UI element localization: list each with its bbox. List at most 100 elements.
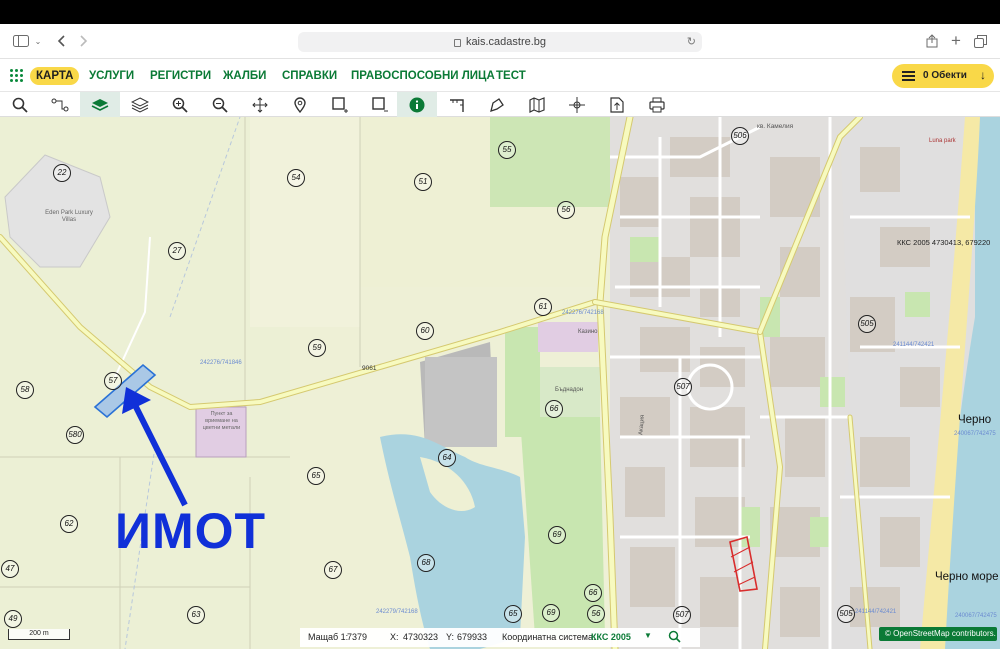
measure-icon[interactable] <box>437 92 477 117</box>
zoom-in-icon[interactable] <box>160 92 200 117</box>
parcel-number[interactable]: 57 <box>104 372 122 390</box>
apps-grid-icon[interactable] <box>10 69 23 82</box>
map-label-coords-6: 241144/742421 <box>855 609 897 615</box>
select-remove-icon[interactable] <box>360 92 400 117</box>
export-icon[interactable] <box>597 92 637 117</box>
parcel-number[interactable]: 56 <box>587 605 605 623</box>
parcel-number[interactable]: 507 <box>673 606 691 624</box>
new-tab-icon[interactable]: + <box>948 31 964 50</box>
reload-icon[interactable]: ↻ <box>687 35 696 48</box>
map-icon[interactable] <box>517 92 557 117</box>
share-icon[interactable] <box>924 32 940 50</box>
coord-system-label: Координатна система: <box>502 632 596 642</box>
dropdown-arrow-icon[interactable]: ▼ <box>644 631 652 640</box>
scale-value: 7379 <box>347 632 368 642</box>
search-icon[interactable] <box>0 92 40 117</box>
zoom-out-icon[interactable] <box>200 92 240 117</box>
nav-item-services[interactable]: УСЛУГИ <box>89 67 134 85</box>
top-coordinate-readout: ККС 2005 4730413, 679220 <box>897 238 991 247</box>
chevron-down-icon[interactable]: ⌄ <box>33 32 43 50</box>
pan-icon[interactable] <box>240 92 280 117</box>
map-label-coords-3: 242279/742168 <box>376 609 418 615</box>
parcel-number[interactable]: 47 <box>1 560 19 578</box>
parcel-number[interactable]: 65 <box>504 605 522 623</box>
layers-icon[interactable] <box>120 92 160 117</box>
url-field[interactable]: kais.cadastre.bg ↻ <box>298 32 702 52</box>
parcel-number[interactable]: 65 <box>307 467 325 485</box>
nav-item-map[interactable]: КАРТА <box>30 67 80 85</box>
y-label: Y: <box>446 632 455 642</box>
parcel-number[interactable]: 63 <box>187 606 205 624</box>
x-label: X: <box>390 632 399 642</box>
url-text: kais.cadastre.bg <box>465 36 547 48</box>
parcel-number[interactable]: 69 <box>548 526 566 544</box>
parcel-number[interactable]: 68 <box>417 554 435 572</box>
map-canvas[interactable]: 22 54 51 55 56 506 27 61 60 59 57 58 580 66 65 64 62 69 68… <box>0 117 1000 649</box>
sea-label-2: Черно море <box>935 571 999 583</box>
map-toolbar <box>0 92 1000 117</box>
parcel-number[interactable]: 580 <box>66 426 84 444</box>
layers-active-icon[interactable] <box>80 92 120 117</box>
map-label-district: кв. Камелия <box>757 123 794 130</box>
forward-icon[interactable] <box>78 32 90 50</box>
map-label-eden-park: Eden Park Luxury Villas <box>45 210 93 223</box>
tabs-overview-icon[interactable] <box>972 32 988 50</box>
menu-icon <box>902 71 915 81</box>
property-annotation: ИМОТ <box>115 503 267 559</box>
coord-search-icon[interactable] <box>668 630 681 645</box>
map-label-coords-1: 242276/741846 <box>200 360 242 366</box>
parcel-number[interactable]: 64 <box>438 449 456 467</box>
map-label-coords-4: 241144/742421 <box>893 342 935 348</box>
nav-item-qualified-persons[interactable]: ПРАВОСПОСОБНИ ЛИЦА <box>351 67 495 85</box>
main-nav: КАРТА УСЛУГИ РЕГИСТРИ ЖАЛБИ СПРАВКИ ПРАВ… <box>0 59 1000 92</box>
nav-item-complaints[interactable]: ЖАЛБИ <box>223 67 266 85</box>
map-label-facility: Пункт за вриемане на цветни метали <box>202 411 241 431</box>
parcel-number[interactable]: 55 <box>498 141 516 159</box>
parcel-number[interactable]: 60 <box>416 322 434 340</box>
parcel-number[interactable]: 66 <box>545 400 563 418</box>
nav-item-test[interactable]: ТЕСТ <box>496 67 526 85</box>
parcel-number[interactable]: 59 <box>308 339 326 357</box>
parcel-number[interactable]: 22 <box>53 164 71 182</box>
print-icon[interactable] <box>637 92 677 117</box>
parcel-number[interactable]: 58 <box>16 381 34 399</box>
route-icon[interactable] <box>40 92 80 117</box>
parcel-number[interactable]: 505 <box>837 605 855 623</box>
select-add-icon[interactable] <box>320 92 360 117</box>
parcel-number[interactable]: 49 <box>4 610 22 628</box>
map-label-place: Бъднадон <box>555 387 583 393</box>
pin-icon[interactable] <box>280 92 320 117</box>
map-label-coords-7: 240067/742475 <box>955 613 997 619</box>
parcel-number[interactable]: 507 <box>674 378 692 396</box>
parcel-number[interactable]: 27 <box>168 242 186 260</box>
draw-icon[interactable] <box>477 92 517 117</box>
map-svg[interactable] <box>0 117 1000 649</box>
parcel-number[interactable]: 506 <box>731 127 749 145</box>
parcel-number[interactable]: 69 <box>542 604 560 622</box>
x-value: 4730323 <box>403 632 439 642</box>
parcel-number[interactable]: 51 <box>414 173 432 191</box>
parcel-number[interactable]: 56 <box>557 201 575 219</box>
map-label-coords-5: 240067/742475 <box>954 431 996 437</box>
back-icon[interactable] <box>55 32 67 50</box>
nav-item-registers[interactable]: РЕГИСТРИ <box>150 67 211 85</box>
objects-label: 0 Обекти <box>923 70 967 81</box>
parcel-number[interactable]: 62 <box>60 515 78 533</box>
osm-attribution[interactable]: © OpenStreetMap contributors. <box>879 627 997 641</box>
y-value: 679933 <box>457 632 488 642</box>
coordinate-icon[interactable] <box>557 92 597 117</box>
parcel-number[interactable]: 505 <box>858 315 876 333</box>
nav-item-reports[interactable]: СПРАВКИ <box>282 67 337 85</box>
info-icon[interactable] <box>397 92 437 117</box>
app-window: ⌄ kais.cadastre.bg ↻ + КАРТА УСЛУГИ РЕГИ… <box>0 0 1000 649</box>
parcel-number[interactable]: 67 <box>324 561 342 579</box>
browser-bar: ⌄ kais.cadastre.bg ↻ + <box>0 24 1000 59</box>
parcel-number[interactable]: 54 <box>287 169 305 187</box>
scale-bar: 200 m <box>8 629 70 640</box>
parcel-number[interactable]: 66 <box>584 584 602 602</box>
coord-system-select[interactable]: ККС 2005 <box>591 632 631 642</box>
arrow-down-icon: ↓ <box>980 68 986 82</box>
parcel-number[interactable]: 61 <box>534 298 552 316</box>
objects-button[interactable]: 0 Обекти ↓ <box>892 64 994 88</box>
sidebar-toggle-icon[interactable] <box>12 32 30 50</box>
